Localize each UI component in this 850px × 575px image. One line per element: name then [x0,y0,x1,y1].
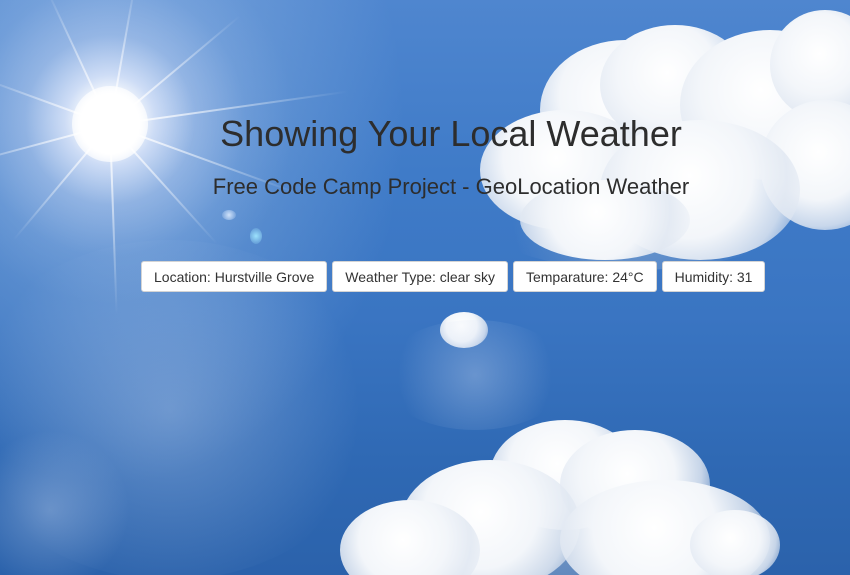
weather-type-button[interactable]: Weather Type: clear sky [332,261,508,292]
humidity-button[interactable]: Humidity: 31 [661,261,766,292]
weather-info-bar: Location: Hurstville Grove Weather Type:… [141,261,766,292]
page-title: Showing Your Local Weather [220,113,682,154]
main-content: Showing Your Local Weather Free Code Cam… [0,0,850,575]
page-subtitle: Free Code Camp Project - GeoLocation Wea… [212,174,690,199]
temperature-button[interactable]: Temparature: 24°C [512,261,657,292]
location-button[interactable]: Location: Hurstville Grove [141,261,328,292]
